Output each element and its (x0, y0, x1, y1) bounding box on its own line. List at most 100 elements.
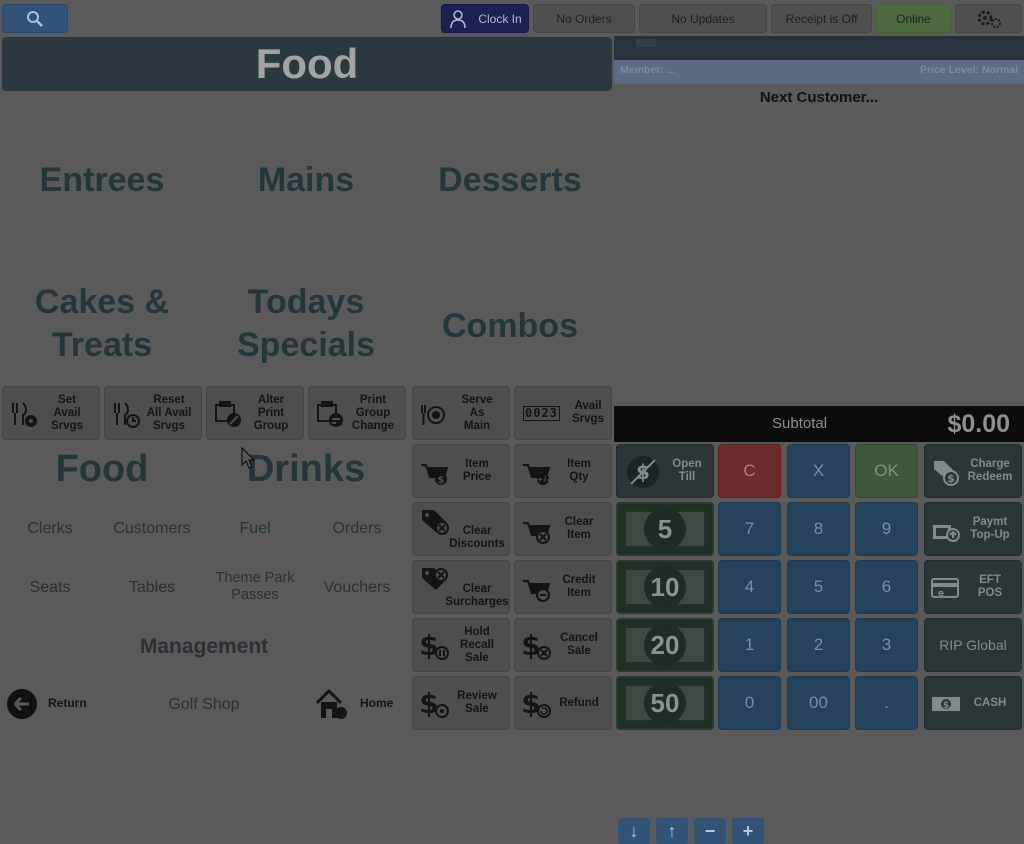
next-customer-text: Next Customer... (759, 89, 879, 106)
printer-edit-icon (215, 401, 241, 427)
key-decimal[interactable]: . (855, 676, 918, 730)
gear-icon (977, 10, 1001, 28)
svg-text:$: $ (521, 631, 540, 661)
item-qty-button[interactable]: +/- Item Qty (514, 444, 612, 498)
serve-as-main-button[interactable]: Serve As Main (412, 386, 510, 440)
set-avail-srvgs-button[interactable]: Set Avail Srvgs (2, 386, 100, 440)
cash-button[interactable]: $ CASH (924, 676, 1022, 730)
scroll-up-button[interactable]: ↑ (656, 818, 688, 844)
reset-all-avail-srvgs-button[interactable]: Reset All Avail Srvgs (104, 386, 202, 440)
increase-qty-button[interactable]: + (732, 818, 764, 844)
key-3[interactable]: 3 (855, 618, 918, 672)
key-5[interactable]: 5 (787, 560, 850, 614)
receipt-toggle-button[interactable]: Receipt is Off (771, 4, 872, 33)
key-9[interactable]: 9 (855, 502, 918, 556)
settings-button[interactable] (955, 4, 1022, 33)
nav-fuel[interactable]: Fuel (206, 510, 304, 546)
nav-tables[interactable]: Tables (104, 568, 200, 606)
updates-status-button[interactable]: No Updates (639, 4, 767, 33)
refund-button[interactable]: $ Refund (514, 676, 612, 730)
key-7[interactable]: 7 (718, 502, 781, 556)
nav-theme-park-line2: Passes (231, 587, 279, 603)
charge-redeem-button[interactable]: $ Charge Redeem (924, 444, 1022, 498)
nav-customers[interactable]: Customers (104, 510, 200, 546)
hold-recall-label: Hold Recall Sale (460, 625, 494, 664)
review-sale-button[interactable]: $ Review Sale (412, 676, 510, 730)
svg-text:$: $ (943, 701, 949, 711)
print-group-change-button[interactable]: Print Group Change (308, 386, 406, 440)
clear-discounts-button[interactable]: Clear Discounts (412, 502, 510, 556)
item-price-button[interactable]: $ Item Price (412, 444, 510, 498)
clear-key[interactable]: C (718, 444, 781, 498)
return-button[interactable]: Return (4, 686, 102, 722)
banknote-icon: 20 (624, 624, 706, 666)
note-value: 50 (644, 682, 686, 724)
clear-item-button[interactable]: Clear Item (514, 502, 612, 556)
nav-clerks[interactable]: Clerks (2, 510, 98, 546)
sale-header-bar (614, 36, 1024, 60)
clear-surcharges-label: Clear Surcharges (445, 583, 509, 608)
paymt-topup-button[interactable]: Paymt Top-Up (924, 502, 1022, 556)
search-button[interactable] (2, 4, 68, 33)
category-combos[interactable]: Combos (410, 296, 610, 356)
item-qty-label: Item Qty (567, 458, 591, 483)
member-bar[interactable]: Member: ... Price Level: Normal (614, 60, 1024, 84)
category-mains[interactable]: Mains (206, 150, 406, 210)
counter-icon: 0023 (523, 406, 560, 421)
nav-theme-park-passes[interactable]: Theme Park Passes (206, 568, 304, 606)
credit-item-button[interactable]: Credit Item (514, 560, 612, 614)
nav-vouchers[interactable]: Vouchers (308, 568, 406, 606)
key-8[interactable]: 8 (787, 502, 850, 556)
banknote-icon: 50 (624, 682, 706, 724)
serve-as-main-label: Serve As Main (461, 393, 493, 432)
cash-note-50-button[interactable]: 50 (616, 676, 714, 730)
key-0[interactable]: 0 (718, 676, 781, 730)
key-1[interactable]: 1 (718, 618, 781, 672)
cart-clear-icon (523, 522, 551, 544)
eft-pos-button[interactable]: e EFT POS (924, 560, 1022, 614)
reset-avail-label: Reset All Avail Srvgs (146, 393, 192, 432)
key-4[interactable]: 4 (718, 560, 781, 614)
cash-note-5-button[interactable]: 5 (616, 502, 714, 556)
open-till-button[interactable]: $ Open Till (616, 444, 714, 498)
decrease-qty-button[interactable]: − (694, 818, 726, 844)
charge-redeem-label: Charge Redeem (967, 458, 1013, 483)
avail-srvgs-button[interactable]: 0023 Avail Srvgs (514, 386, 612, 440)
alter-print-group-button[interactable]: Alter Print Group (206, 386, 304, 440)
tag-clear-icon (422, 510, 449, 535)
x-key[interactable]: X (787, 444, 850, 498)
orders-status-button[interactable]: No Orders (533, 4, 635, 33)
home-button[interactable]: Home (308, 686, 408, 722)
clock-in-button[interactable]: Clock In (441, 4, 529, 33)
category-todays-specials[interactable]: Todays Specials (206, 280, 406, 368)
rip-global-button[interactable]: RIP Global (924, 618, 1022, 672)
alter-print-label: Alter Print Group (253, 393, 289, 432)
key-2[interactable]: 2 (787, 618, 850, 672)
key-6[interactable]: 6 (855, 560, 918, 614)
group-food[interactable]: Food (2, 444, 202, 494)
key-00[interactable]: 00 (787, 676, 850, 730)
cancel-sale-button[interactable]: $ Cancel Sale (514, 618, 612, 672)
category-entrees[interactable]: Entrees (2, 150, 202, 210)
category-desserts[interactable]: Desserts (410, 150, 610, 210)
category-cakes-line2: Treats (51, 326, 153, 364)
cash-note-10-button[interactable]: 10 (616, 560, 714, 614)
scroll-down-button[interactable]: ↓ (618, 818, 650, 844)
online-status-button[interactable]: Online (876, 4, 951, 33)
nav-seats[interactable]: Seats (2, 568, 98, 606)
hold-recall-sale-button[interactable]: $ Hold Recall Sale (412, 618, 510, 672)
credit-item-label: Credit Item (562, 574, 596, 599)
svg-text:$: $ (438, 475, 445, 486)
sale-item-list[interactable]: Next Customer... (614, 84, 1024, 406)
clear-surcharges-button[interactable]: Clear Surcharges (412, 560, 510, 614)
search-icon (27, 10, 43, 27)
nav-management[interactable]: Management (2, 628, 406, 664)
ok-key[interactable]: OK (855, 444, 918, 498)
nav-orders[interactable]: Orders (308, 510, 406, 546)
group-drinks[interactable]: Drinks (206, 444, 406, 494)
category-cakes-treats[interactable]: Cakes & Treats (2, 280, 202, 368)
nav-golf-shop[interactable]: Golf Shop (104, 686, 304, 722)
user-icon (450, 9, 467, 28)
cash-note-20-button[interactable]: 20 (616, 618, 714, 672)
cart-dollar-icon: $ (421, 464, 449, 486)
